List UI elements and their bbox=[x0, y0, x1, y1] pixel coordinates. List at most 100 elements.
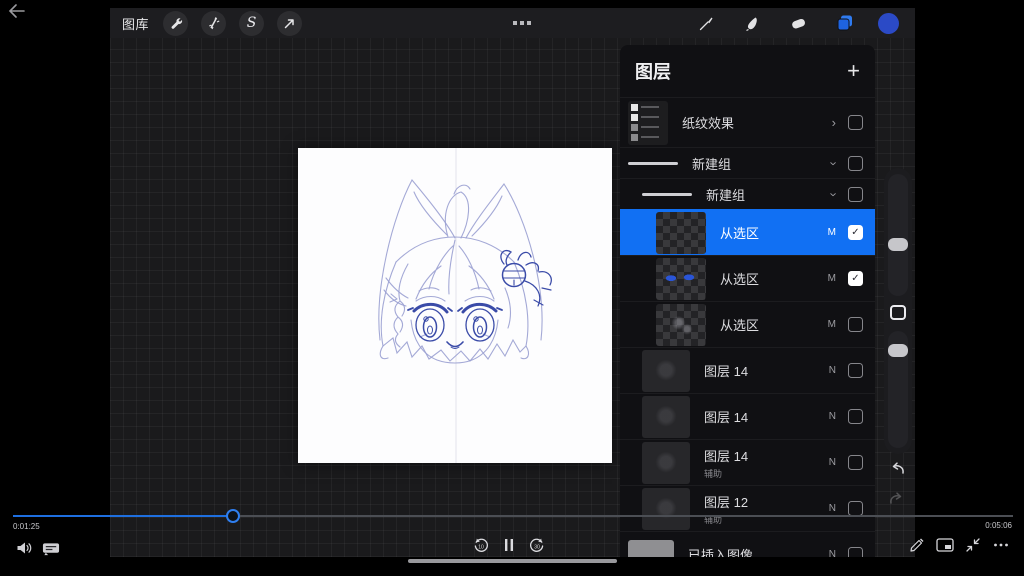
layer-name: 从选区 bbox=[720, 315, 828, 334]
layer-name: 图层 14 bbox=[704, 446, 829, 465]
blend-mode-badge[interactable]: N bbox=[829, 365, 836, 376]
color-swatch[interactable] bbox=[878, 13, 899, 34]
procreate-toolbar: 图库 S bbox=[110, 8, 915, 38]
chevron-right-icon[interactable]: › bbox=[832, 115, 836, 130]
brush-icon[interactable] bbox=[694, 11, 719, 36]
layer-name: 纸纹效果 bbox=[682, 113, 832, 132]
smudge-icon[interactable] bbox=[740, 11, 765, 36]
add-layer-button[interactable]: + bbox=[847, 60, 860, 82]
layer-row[interactable]: 图层 14N bbox=[620, 347, 875, 393]
layer-visibility-checkbox[interactable] bbox=[848, 501, 863, 516]
timeline-scrubber-handle[interactable] bbox=[226, 509, 240, 523]
blend-mode-badge[interactable]: M bbox=[828, 273, 836, 284]
home-indicator[interactable] bbox=[408, 559, 617, 563]
layer-name: 新建组 bbox=[692, 154, 832, 173]
layer-name: 从选区 bbox=[720, 269, 828, 288]
layer-visibility-checkbox[interactable] bbox=[848, 547, 863, 557]
layer-visibility-checkbox[interactable]: ✓ bbox=[848, 225, 863, 240]
pause-icon[interactable] bbox=[500, 536, 518, 554]
layers-panel-header: 图层 + bbox=[620, 45, 875, 97]
layers-panel: 图层 + 纸纹效果›新建组›新建组›从选区M✓从选区M✓从选区M图层 14N图层… bbox=[620, 45, 875, 557]
layer-name: 图层 12 bbox=[704, 492, 829, 511]
layer-row[interactable]: 已插入图像N bbox=[620, 531, 875, 557]
selection-s-icon[interactable]: S bbox=[239, 11, 264, 36]
eraser-icon[interactable] bbox=[786, 11, 811, 36]
layer-thumbnail bbox=[656, 212, 706, 254]
layer-row[interactable]: 纸纹效果› bbox=[620, 97, 875, 147]
layer-name: 图层 14 bbox=[704, 361, 829, 380]
layer-name: 图层 14 bbox=[704, 407, 829, 426]
chevron-down-icon[interactable]: › bbox=[826, 161, 841, 165]
blend-mode-badge[interactable]: N bbox=[829, 503, 836, 514]
layer-thumbnail bbox=[642, 442, 690, 484]
layer-thumbnail bbox=[628, 101, 668, 145]
video-content: 图库 S bbox=[110, 0, 915, 557]
layer-visibility-checkbox[interactable] bbox=[848, 317, 863, 332]
timeline-progress[interactable] bbox=[13, 515, 227, 517]
drawing-canvas[interactable] bbox=[298, 148, 612, 463]
blend-mode-badge[interactable]: N bbox=[829, 457, 836, 468]
side-control-bar bbox=[884, 168, 912, 454]
layer-visibility-checkbox[interactable] bbox=[848, 363, 863, 378]
blend-mode-badge[interactable]: N bbox=[829, 549, 836, 557]
exit-fullscreen-icon[interactable] bbox=[964, 536, 982, 554]
back-arrow-icon[interactable] bbox=[8, 4, 30, 22]
layer-row[interactable]: 从选区M ✓ bbox=[620, 209, 875, 255]
layers-panel-title: 图层 bbox=[635, 58, 671, 84]
forward-30-icon[interactable]: 30 bbox=[528, 536, 546, 554]
wrench-icon[interactable] bbox=[163, 11, 188, 36]
brush-size-slider[interactable] bbox=[888, 174, 908, 296]
layer-row[interactable]: 图层 14N bbox=[620, 393, 875, 439]
redo-button[interactable] bbox=[888, 490, 908, 508]
adjustments-icon[interactable] bbox=[201, 11, 226, 36]
layer-thumbnail bbox=[656, 304, 706, 346]
layer-row[interactable]: 从选区M bbox=[620, 301, 875, 347]
volume-icon[interactable] bbox=[15, 539, 33, 557]
chibi-fox-girl-sketch bbox=[298, 148, 612, 463]
layer-thumbnail bbox=[628, 162, 678, 165]
layer-thumbnail bbox=[642, 193, 692, 196]
layer-name: 新建组 bbox=[706, 185, 832, 204]
layer-visibility-checkbox[interactable] bbox=[848, 455, 863, 470]
layer-subtitle: 辅助 bbox=[704, 467, 829, 480]
layer-visibility-checkbox[interactable] bbox=[848, 409, 863, 424]
chevron-down-icon[interactable]: › bbox=[826, 192, 841, 196]
layer-thumbnail bbox=[642, 396, 690, 438]
undo-button[interactable] bbox=[888, 460, 908, 478]
duration-label: 0:05:06 bbox=[985, 521, 1012, 530]
more-options-icon[interactable] bbox=[992, 536, 1010, 554]
blend-mode-badge[interactable]: M bbox=[828, 319, 836, 330]
blend-mode-badge[interactable]: M bbox=[828, 227, 836, 238]
layer-row[interactable]: 图层 12辅助N bbox=[620, 485, 875, 531]
pencil-icon[interactable] bbox=[908, 536, 926, 554]
layer-name: 从选区 bbox=[720, 223, 828, 242]
layer-visibility-checkbox[interactable] bbox=[848, 156, 863, 171]
layer-row[interactable]: 新建组› bbox=[620, 178, 875, 209]
layers-icon[interactable] bbox=[832, 11, 857, 36]
timeline-remaining[interactable] bbox=[240, 515, 1013, 517]
blend-mode-badge[interactable]: N bbox=[829, 411, 836, 422]
layer-thumbnail bbox=[656, 258, 706, 300]
layer-thumbnail bbox=[642, 350, 690, 392]
gallery-button[interactable]: 图库 bbox=[122, 14, 149, 33]
danmaku-toggle-icon[interactable] bbox=[42, 540, 60, 558]
layer-name: 已插入图像 bbox=[688, 545, 829, 557]
svg-text:30: 30 bbox=[534, 545, 540, 551]
layer-visibility-checkbox[interactable] bbox=[848, 115, 863, 130]
layer-thumbnail bbox=[628, 540, 674, 558]
svg-text:10: 10 bbox=[478, 545, 484, 551]
layer-row[interactable]: 图层 14 辅助N bbox=[620, 439, 875, 485]
modify-button[interactable] bbox=[890, 305, 906, 320]
opacity-handle[interactable] bbox=[888, 344, 908, 357]
brush-size-handle[interactable] bbox=[888, 238, 908, 251]
current-time-label: 0:01:25 bbox=[13, 522, 40, 531]
layer-row[interactable]: 新建组› bbox=[620, 147, 875, 178]
layer-visibility-checkbox[interactable] bbox=[848, 187, 863, 202]
three-dots-icon[interactable] bbox=[502, 8, 542, 38]
layer-row[interactable]: 从选区M ✓ bbox=[620, 255, 875, 301]
layer-visibility-checkbox[interactable]: ✓ bbox=[848, 271, 863, 286]
layer-thumbnail bbox=[642, 488, 690, 530]
transform-arrow-icon[interactable] bbox=[277, 11, 302, 36]
picture-in-picture-icon[interactable] bbox=[936, 536, 954, 554]
rewind-10-icon[interactable]: 10 bbox=[472, 536, 490, 554]
